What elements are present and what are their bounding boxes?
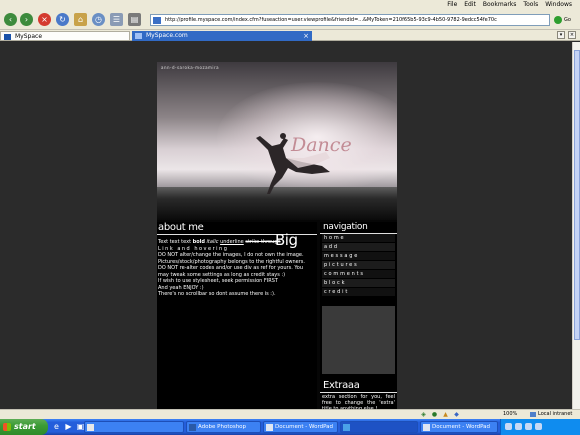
- plain-text: Text text text: [158, 239, 192, 245]
- sidebar: navigation home add message pictures com…: [320, 222, 397, 409]
- network-icon[interactable]: [505, 423, 512, 430]
- menu-list: File Edit Bookmarks Tools Windows: [447, 1, 572, 8]
- navigation-list: home add message pictures comments block…: [322, 234, 395, 297]
- tab-label: MySpace: [15, 33, 43, 40]
- about-line: DO NOT alter/change the images, I do not…: [158, 252, 304, 258]
- menu-windows[interactable]: Windows: [545, 1, 572, 8]
- divider: [320, 392, 397, 393]
- nav-item-comments[interactable]: comments: [322, 270, 395, 279]
- volume-icon[interactable]: [515, 423, 522, 430]
- task-label: Document - WordPad: [432, 424, 491, 430]
- page-icon: [153, 17, 161, 24]
- taskbar-photoshop[interactable]: Adobe Photoshop: [186, 421, 261, 433]
- about-line: DO NOT re-alter codes and/or use div as …: [158, 265, 303, 271]
- banner-caption: ann-d-saroka-mozamira: [161, 65, 220, 70]
- window-icon: [87, 424, 94, 431]
- nav-item-home[interactable]: home: [322, 234, 395, 243]
- myspace-favicon: [4, 34, 11, 40]
- print-icon[interactable]: ▤: [128, 13, 141, 26]
- security-icon[interactable]: ◈: [420, 411, 427, 418]
- nav-item-add[interactable]: add: [322, 243, 395, 252]
- tab-close-icon[interactable]: ×: [568, 31, 576, 39]
- close-icon[interactable]: ×: [303, 31, 309, 41]
- page-viewport: ann-d-saroka-mozamira Dance about me Big…: [0, 42, 572, 409]
- browser-icon: [343, 424, 350, 431]
- antivirus-icon[interactable]: [525, 423, 532, 430]
- about-me-section: about me Big Text text text bold italic …: [157, 222, 317, 409]
- navigation-heading: navigation: [323, 222, 368, 232]
- back-icon[interactable]: ‹: [4, 13, 17, 26]
- task-label: Adobe Photoshop: [198, 424, 247, 430]
- wordpad-icon: [266, 424, 273, 431]
- banner-title: Dance: [291, 134, 352, 156]
- task-label: Document - WordPad: [275, 424, 334, 430]
- sidebar-spacer: [322, 306, 395, 374]
- status-bar: ◈ ● ▲ ◆ 100% Local intranet: [0, 409, 580, 419]
- wordpad-icon: [423, 424, 430, 431]
- tab-list-icon[interactable]: ▾: [557, 31, 565, 39]
- system-tray: [500, 419, 580, 435]
- vertical-scrollbar[interactable]: [572, 42, 580, 409]
- menu-tools[interactable]: Tools: [523, 1, 538, 8]
- about-line: There's no scrollbar so dont assume ther…: [158, 291, 276, 297]
- italic-text: italic: [206, 239, 219, 245]
- nav-item-pictures[interactable]: pictures: [322, 261, 395, 270]
- banner-image: ann-d-saroka-mozamira Dance: [157, 62, 397, 220]
- warning-icon[interactable]: ▲: [442, 411, 449, 418]
- about-me-heading: about me: [158, 222, 204, 233]
- address-text: http://profile.myspace.com/index.cfm?fus…: [165, 17, 497, 23]
- menu-edit[interactable]: Edit: [464, 1, 476, 8]
- tray-icons: [505, 423, 542, 430]
- taskbar-wordpad[interactable]: Document - WordPad: [263, 421, 338, 433]
- update-icon[interactable]: [535, 423, 542, 430]
- taskbar-button[interactable]: [84, 421, 184, 433]
- history-icon[interactable]: ◷: [92, 13, 105, 26]
- status-icons: ◈ ● ▲ ◆: [420, 411, 460, 418]
- photoshop-icon: [189, 424, 196, 431]
- forward-icon[interactable]: ›: [20, 13, 33, 26]
- zoom-level[interactable]: 100%: [503, 411, 517, 417]
- cookie-icon[interactable]: ●: [431, 411, 438, 418]
- bookmarks-icon[interactable]: ☰: [110, 13, 123, 26]
- scroll-thumb[interactable]: [574, 50, 580, 340]
- about-me-text: Text text text bold italic underline str…: [158, 239, 316, 298]
- extra-heading: Extraaa: [323, 380, 360, 391]
- strike-text: strike-through: [245, 239, 281, 245]
- go-button[interactable]: Go: [553, 14, 578, 26]
- start-button[interactable]: start: [0, 419, 48, 435]
- info-icon[interactable]: ◆: [453, 411, 460, 418]
- tab-controls: ▾ ×: [557, 31, 576, 39]
- myspace-favicon: [135, 33, 142, 39]
- reload-icon[interactable]: ↻: [56, 13, 69, 26]
- address-bar[interactable]: http://profile.myspace.com/index.cfm?fus…: [150, 14, 550, 26]
- stop-icon[interactable]: ×: [38, 13, 51, 26]
- tab-myspace[interactable]: MySpace: [0, 31, 130, 41]
- bold-text: bold: [192, 239, 205, 245]
- menu-file[interactable]: File: [447, 1, 457, 8]
- nav-item-block[interactable]: block: [322, 279, 395, 288]
- extra-text: extra section for you, feel free to chan…: [322, 394, 395, 409]
- nav-item-credit[interactable]: credit: [322, 288, 395, 297]
- tab-myspace-com[interactable]: MySpace.com ×: [132, 31, 312, 41]
- tab-label: MySpace.com: [146, 32, 188, 39]
- home-icon[interactable]: ⌂: [74, 13, 87, 26]
- menu-bar: File Edit Bookmarks Tools Windows: [0, 0, 580, 10]
- tab-bar: MySpace MySpace.com × ▾ ×: [0, 30, 580, 41]
- quick-launch: e ▶ ▣: [52, 422, 85, 431]
- taskbar: start e ▶ ▣ Adobe Photoshop Document - W…: [0, 419, 580, 435]
- underline-text: underline: [220, 239, 244, 245]
- menu-bookmarks[interactable]: Bookmarks: [483, 1, 517, 8]
- taskbar-wordpad[interactable]: Document - WordPad: [420, 421, 498, 433]
- profile-column: ann-d-saroka-mozamira Dance about me Big…: [157, 62, 397, 409]
- browser-toolbar: ‹ › × ↻ ⌂ ◷ ☰ ▤ http://profile.myspace.c…: [0, 10, 580, 30]
- security-zone: Local intranet: [530, 411, 572, 417]
- media-icon[interactable]: ▶: [64, 422, 73, 431]
- nav-item-message[interactable]: message: [322, 252, 395, 261]
- ie-icon[interactable]: e: [52, 422, 61, 431]
- taskbar-browser[interactable]: [340, 421, 418, 433]
